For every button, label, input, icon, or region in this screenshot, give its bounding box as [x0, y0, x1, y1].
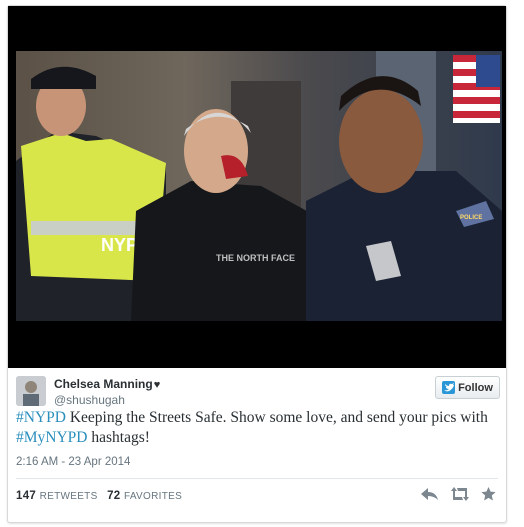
avatar-image — [16, 376, 46, 406]
hashtag-link[interactable]: #MyNYPD — [16, 429, 87, 446]
tweet-card: NYPD THE NORTH FACE POLICE Chelsea Manni… — [7, 5, 507, 523]
avatar[interactable] — [16, 376, 46, 406]
hashtag-link[interactable]: #NYPD — [16, 409, 66, 426]
favorite-count[interactable]: 72 — [107, 490, 120, 502]
follow-button[interactable]: Follow — [435, 376, 500, 399]
tweet-actions — [421, 487, 496, 506]
divider — [16, 478, 498, 479]
reply-icon[interactable] — [421, 487, 439, 506]
favorite-label[interactable]: FAVORITES — [124, 491, 182, 502]
tweet-stats: 147 RETWEETS 72 FAVORITES — [16, 490, 188, 502]
author-name-row[interactable]: Chelsea Manning♥ — [54, 377, 160, 391]
tweet-text-part: Keeping the Streets Safe. Show some love… — [65, 409, 488, 426]
tweet-media[interactable]: NYPD THE NORTH FACE POLICE — [8, 6, 506, 368]
star-icon[interactable] — [481, 487, 496, 506]
flag-graphic — [453, 55, 500, 123]
heart-icon: ♥ — [153, 379, 161, 391]
author-handle[interactable]: @shushugah — [54, 393, 125, 407]
twitter-bird-icon — [442, 381, 456, 394]
tweet-text-part: hashtags! — [87, 429, 150, 446]
patch-text: POLICE — [460, 215, 482, 221]
retweet-count[interactable]: 147 — [16, 490, 36, 502]
tweet-photo: NYPD THE NORTH FACE POLICE — [16, 51, 502, 321]
retweet-icon[interactable] — [450, 487, 470, 506]
jacket-brand-text: THE NORTH FACE — [216, 253, 295, 263]
author-name[interactable]: Chelsea Manning — [54, 377, 153, 391]
retweet-label[interactable]: RETWEETS — [40, 491, 98, 502]
tweet-text: #NYPD Keeping the Streets Safe. Show som… — [16, 408, 498, 448]
tweet-timestamp[interactable]: 2:16 AM - 23 Apr 2014 — [16, 456, 130, 468]
follow-label: Follow — [458, 381, 493, 394]
